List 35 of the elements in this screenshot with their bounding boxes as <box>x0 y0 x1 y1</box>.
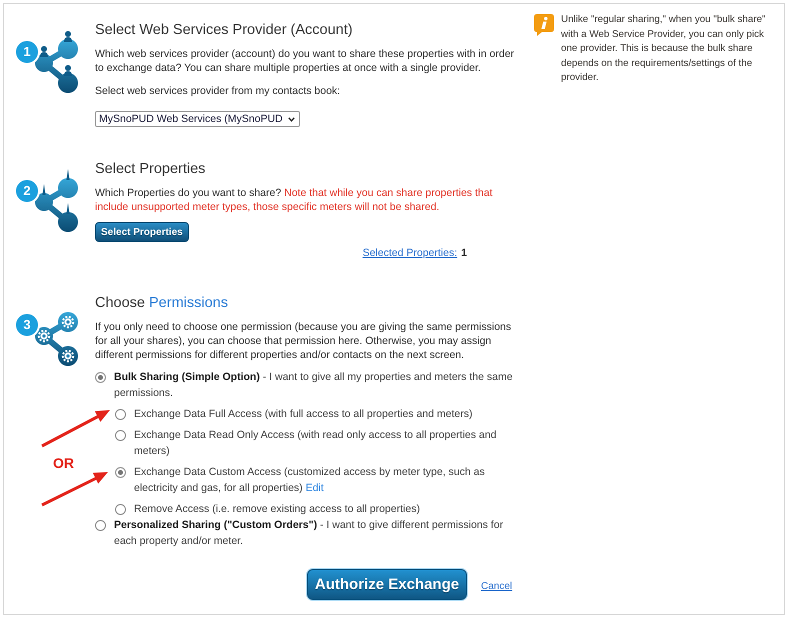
selected-count: 1 <box>461 247 467 259</box>
section-description: Which Properties do you want to share? Note that while you can share properties that include unsupported meter types, those specific meters will not be shared. <box>95 186 494 214</box>
step-number-badge: 2 <box>14 178 40 204</box>
section-title: Choose Permissions <box>95 294 229 312</box>
radio-button[interactable] <box>115 504 126 514</box>
option-label: Exchange Data Full Access (with full access to all properties and meters) <box>134 407 472 422</box>
select-label: Select web services provider from my contacts book: <box>95 84 342 98</box>
radio-button[interactable] <box>115 430 126 440</box>
people-network-icon <box>34 29 78 93</box>
option-label: Exchange Data Read Only Access (with read only access to all properties and meters) <box>134 428 498 459</box>
section-title: Select Properties <box>95 160 206 178</box>
authorize-exchange-button[interactable]: Authorize Exchange <box>307 569 467 600</box>
provider-select[interactable]: MySnoPUD Web Services (MySnoPUD <box>95 111 300 127</box>
radio-button[interactable] <box>95 520 106 530</box>
caret-icon <box>288 116 295 122</box>
cancel-link[interactable]: Cancel <box>481 580 512 592</box>
info-note-text: Unlike "regular sharing," when you "bulk share" with a Web Service Provider, you can only pick one provider. This is because the bulk share depends on the requirements/settings of the provider. <box>561 13 767 85</box>
step-number-badge: 3 <box>14 312 40 338</box>
option-label: Remove Access (i.e. remove existing access to all properties) <box>134 502 420 517</box>
select-properties-button[interactable]: Select Properties <box>95 222 189 242</box>
option-label: Exchange Data Custom Access (customized access by meter type, such as electricity and gas, for all properties) Edit <box>134 465 486 496</box>
edit-link[interactable]: Edit <box>306 482 324 494</box>
section-title: Select Web Services Provider (Account) <box>95 21 354 39</box>
radio-button[interactable] <box>115 466 126 478</box>
pin-network-icon <box>34 168 78 232</box>
radio-button[interactable] <box>95 372 106 382</box>
or-label: OR <box>53 455 74 471</box>
option-label: Bulk Sharing (Simple Option) - I want to give all my properties and meters the same permissions. <box>114 370 514 401</box>
step-number-badge: 1 <box>14 39 40 65</box>
option-label: Personalized Sharing ("Custom Orders") - I want to give different permissions for each property and/or meter. <box>114 518 504 549</box>
selected-properties-link[interactable]: Selected Properties: <box>362 247 458 259</box>
info-icon <box>534 14 554 36</box>
section-description: Which web services provider (account) do you want to share these properties with in order to exchange data? You can share multiple properties at once with a single provider. <box>95 47 515 75</box>
radio-button[interactable] <box>115 408 126 420</box>
section-description: If you only need to choose one permission (because you are giving the same permissions for all your shares), you can choose that permission here. Otherwise, you may assign different permissions for different properties and/or contacts on the next screen. <box>95 320 512 362</box>
